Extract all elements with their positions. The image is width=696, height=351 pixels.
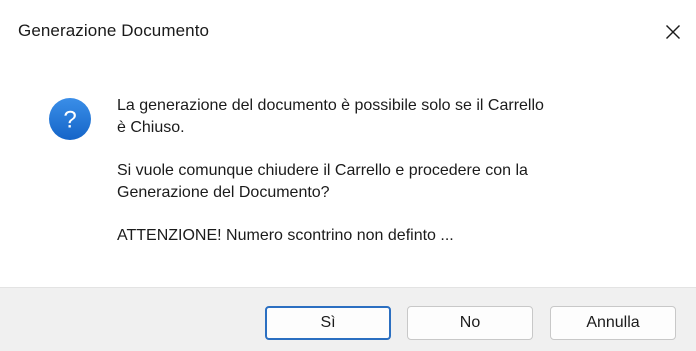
no-button[interactable]: No (407, 306, 533, 340)
yes-button[interactable]: Sì (265, 306, 391, 340)
warning-paragraph: ATTENZIONE! Numero scontrino non definto… (117, 227, 454, 244)
cancel-button[interactable]: Annulla (550, 306, 676, 340)
title-bar: Generazione Documento (0, 0, 696, 64)
svg-text:?: ? (63, 107, 76, 134)
dialog-message: La generazione del documento è possibile… (117, 95, 657, 269)
dialog-content: ? La generazione del documento è possibi… (0, 64, 696, 284)
question-icon: ? (49, 98, 91, 140)
message-paragraph: Si vuole comunque chiudere il Carrello e… (117, 162, 528, 201)
close-icon (666, 25, 680, 39)
message-paragraph: La generazione del documento è possibile… (117, 97, 544, 136)
message-dialog: Generazione Documento ? La generazione d… (0, 0, 696, 351)
button-bar: Sì No Annulla (0, 287, 696, 351)
dialog-title: Generazione Documento (18, 21, 210, 40)
close-button[interactable] (650, 0, 696, 64)
